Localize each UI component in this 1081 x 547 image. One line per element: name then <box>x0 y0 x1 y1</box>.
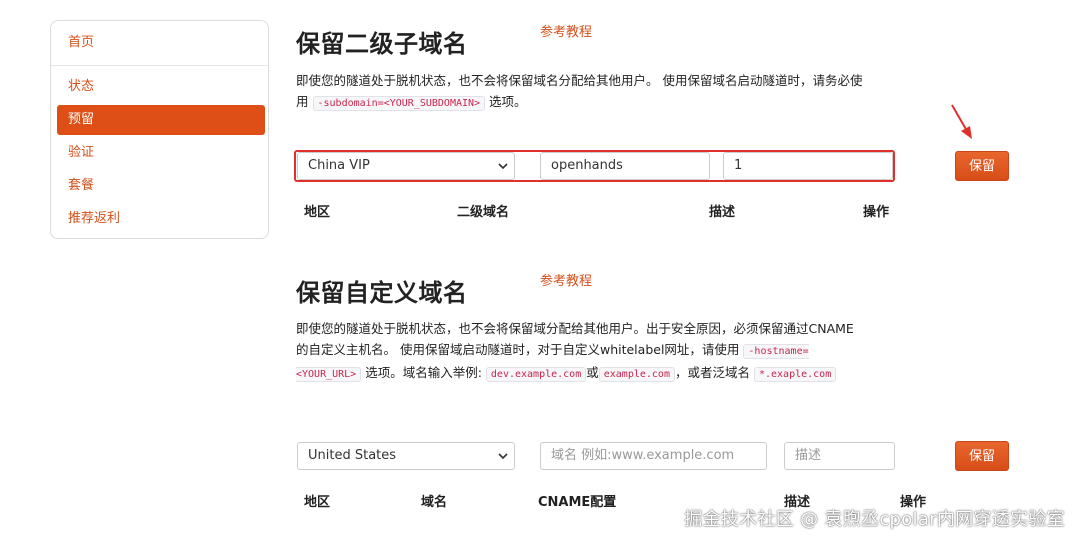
subdomain-description: 即使您的隧道处于脱机状态，也不会将保留域名分配给其他用户。 使用保留域名启动隧道… <box>296 70 866 114</box>
subdomain-region-value: China VIP <box>308 158 370 173</box>
subdomain-description-value: 1 <box>734 158 743 173</box>
subdomain-col-actions: 操作 <box>863 205 890 220</box>
sidebar-divider <box>51 65 268 66</box>
subdomain-region-select[interactable]: China VIP <box>297 152 515 180</box>
custom-region-value: United States <box>308 448 397 463</box>
subdomain-col-description: 描述 <box>709 205 736 220</box>
subdomain-name-value: openhands <box>551 158 623 173</box>
sidebar-item-reserve[interactable]: 预留 <box>57 105 265 135</box>
page: 首页 状态 预留 验证 套餐 推荐返利 保留二级子域名 参考教程 即使您的隧道处… <box>0 0 1081 547</box>
custom-col-domain: 域名 <box>421 495 448 510</box>
subdomain-save-button[interactable]: 保留 <box>955 151 1009 181</box>
custom-domain-placeholder: 域名 例如:www.example.com <box>551 448 735 463</box>
red-arrow-icon <box>951 104 972 139</box>
subdomain-flag-code: -subdomain=<YOUR_SUBDOMAIN> <box>312 96 486 111</box>
sidebar-item-verify[interactable]: 验证 <box>57 138 265 168</box>
custom-col-cname: CNAME配置 <box>538 495 617 510</box>
custom-desc-or: 或 <box>586 365 599 380</box>
sidebar-item-referral[interactable]: 推荐返利 <box>57 204 265 234</box>
subdomain-desc-text-2: 选项。 <box>489 94 527 109</box>
chevron-down-icon <box>498 163 508 170</box>
custom-domain-save-button[interactable]: 保留 <box>955 441 1009 471</box>
sidebar-nav: 首页 状态 预留 验证 套餐 推荐返利 <box>50 20 269 239</box>
sidebar-item-status[interactable]: 状态 <box>57 72 265 102</box>
sidebar-item-plan[interactable]: 套餐 <box>57 171 265 201</box>
subdomain-description-input[interactable]: 1 <box>723 152 893 180</box>
subdomain-tutorial-link[interactable]: 参考教程 <box>540 21 592 40</box>
custom-region-select[interactable]: United States <box>297 442 515 470</box>
subdomain-section-title: 保留二级子域名 <box>296 30 468 58</box>
custom-description-placeholder: 描述 <box>795 448 822 463</box>
custom-domain-description: 即使您的隧道处于脱机状态，也不会将保留域分配给其他用户。出于安全原因，必须保留通… <box>296 318 866 385</box>
sidebar-item-home[interactable]: 首页 <box>57 28 265 58</box>
custom-description-input[interactable]: 描述 <box>784 442 895 470</box>
custom-desc-text-3: ，或者泛域名 <box>674 365 750 380</box>
chevron-down-icon <box>498 453 508 460</box>
subdomain-col-subdomain: 二级域名 <box>457 205 510 220</box>
watermark: 掘金技术社区 @ 袁煦丞cpolar内网穿透实验室 <box>684 509 1065 530</box>
custom-col-region: 地区 <box>304 495 331 510</box>
domain-example-code-1: dev.example.com <box>485 367 587 382</box>
custom-domain-section-title: 保留自定义域名 <box>296 279 468 307</box>
domain-example-code-3: *.exaple.com <box>753 367 837 382</box>
custom-domain-tutorial-link[interactable]: 参考教程 <box>540 270 592 289</box>
custom-desc-text-2: 选项。域名输入举例: <box>365 365 482 380</box>
custom-domain-input[interactable]: 域名 例如:www.example.com <box>540 442 767 470</box>
subdomain-name-input[interactable]: openhands <box>540 152 710 180</box>
domain-example-code-2: example.com <box>598 367 675 382</box>
subdomain-col-region: 地区 <box>304 205 331 220</box>
